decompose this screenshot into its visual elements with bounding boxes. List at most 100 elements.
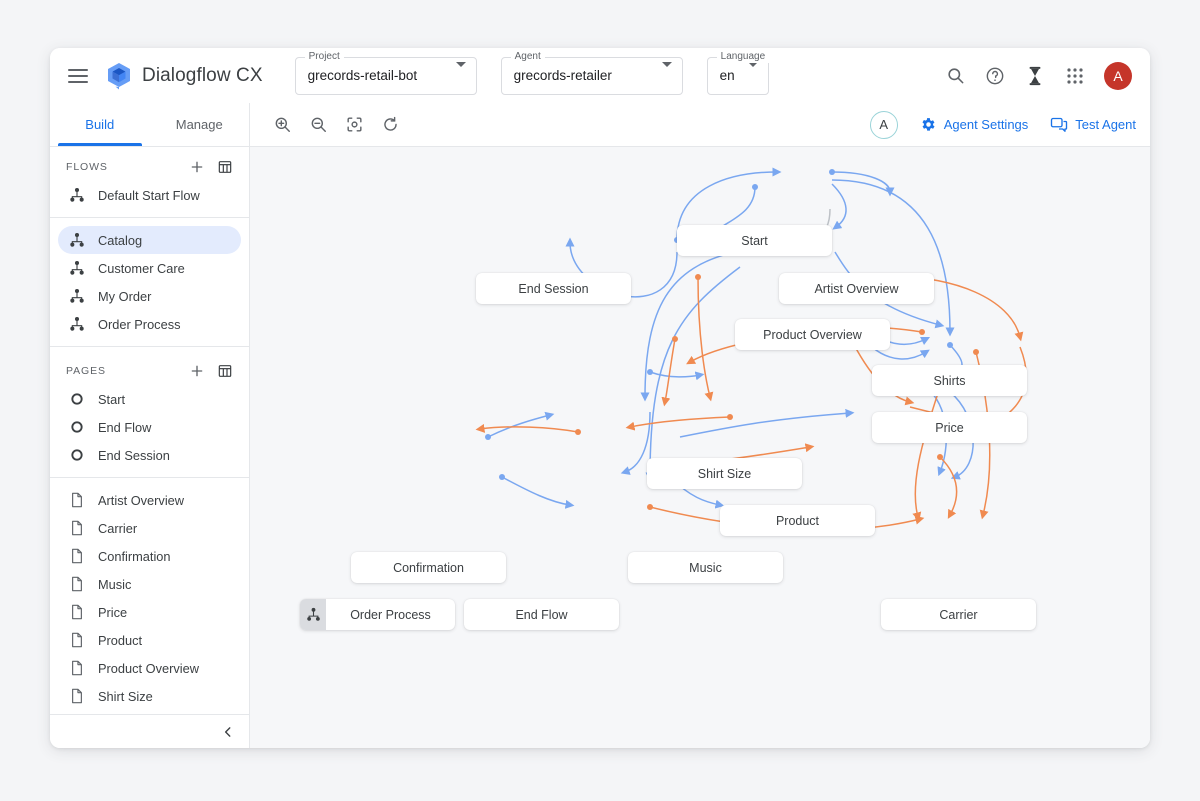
node-label: Price [935, 420, 964, 435]
gear-icon [922, 118, 935, 131]
graph-node-end-session[interactable]: End Session [476, 273, 631, 304]
node-label: Confirmation [393, 560, 464, 575]
sidebar-item-customer-care[interactable]: Customer Care [58, 254, 241, 282]
sidebar-item-my-order[interactable]: My Order [58, 282, 241, 310]
divider [50, 217, 249, 218]
flow-graph-canvas[interactable]: Start End Session Artist Overview Produc… [250, 147, 1150, 748]
agent-settings-label: Agent Settings [943, 117, 1029, 132]
flows-list-view-icon[interactable] [217, 159, 233, 175]
search-icon[interactable] [944, 65, 966, 87]
graph-node-end-flow[interactable]: End Flow [464, 599, 619, 630]
sidebar-page-end-session[interactable]: End Session [58, 441, 241, 469]
graph-node-music[interactable]: Music [628, 552, 783, 583]
graph-node-shirts[interactable]: Shirts [872, 365, 1027, 396]
agent-settings-button[interactable]: Agent Settings [920, 116, 1029, 133]
circle-icon [68, 447, 85, 464]
apps-grid-icon[interactable] [1064, 65, 1086, 87]
node-label: Order Process [350, 607, 431, 622]
language-value: en [719, 68, 735, 83]
node-label: Shirt Size [697, 466, 752, 481]
language-selector[interactable]: Language en [706, 50, 770, 95]
sidebar-item-label: Music [98, 576, 132, 592]
sidebar-collapse-button[interactable] [50, 714, 249, 748]
node-label: Shirts [933, 373, 966, 388]
graph-node-shirt-size[interactable]: Shirt Size [647, 458, 802, 489]
graph-node-confirmation[interactable]: Confirmation [351, 552, 506, 583]
page-icon [68, 632, 85, 649]
test-agent-label: Test Agent [1075, 117, 1136, 132]
chevron-down-icon [740, 61, 758, 85]
sidebar-page-end-flow[interactable]: End Flow [58, 413, 241, 441]
graph-node-order-process[interactable]: Order Process [300, 599, 455, 630]
chevron-left-icon [224, 726, 231, 737]
sidebar-item-label: Confirmation [98, 548, 171, 564]
graph-node-product-overview[interactable]: Product Overview [735, 319, 890, 350]
sidebar-item-label: My Order [98, 288, 152, 304]
graph-node-artist-overview[interactable]: Artist Overview [779, 273, 934, 304]
graph-node-price[interactable]: Price [872, 412, 1027, 443]
flow-icon [68, 288, 85, 305]
graph-node-start[interactable]: Start [677, 225, 832, 256]
project-label: Project [304, 50, 344, 63]
node-label: Start [741, 233, 768, 248]
circle-icon [68, 419, 85, 436]
tab-build[interactable]: Build [50, 103, 150, 146]
sidebar-item-label: End Session [98, 447, 170, 463]
sidebar-item-default-start-flow[interactable]: Default Start Flow [58, 181, 241, 209]
dialogflow-logo-icon [106, 62, 132, 90]
sidebar-item-order-process[interactable]: Order Process [58, 310, 241, 338]
sidebar-item-label: Default Start Flow [98, 187, 200, 203]
brand: Dialogflow CX [106, 62, 263, 90]
sidebar-item-catalog[interactable]: Catalog [58, 226, 241, 254]
help-icon[interactable] [984, 65, 1006, 87]
page-icon [68, 492, 85, 509]
sidebar-item-label: Product Overview [98, 660, 199, 676]
agent-selector[interactable]: Agent grecords-retailer [500, 50, 683, 95]
hamburger-icon[interactable] [68, 68, 88, 83]
page-icon [68, 576, 85, 593]
sidebar-page-confirmation[interactable]: Confirmation [58, 542, 241, 570]
graph-node-product[interactable]: Product [720, 505, 875, 536]
chevron-down-icon [440, 61, 466, 85]
add-page-button[interactable] [189, 363, 205, 379]
main-body: FLOWS Default Start Flow Catalog Custome… [50, 147, 1150, 748]
zoom-out-icon[interactable] [304, 111, 332, 139]
sidebar-page-shirt-size[interactable]: Shirt Size [58, 682, 241, 710]
sidebar-page-product-overview[interactable]: Product Overview [58, 654, 241, 682]
test-agent-button[interactable]: Test Agent [1050, 116, 1136, 133]
graph-node-carrier[interactable]: Carrier [881, 599, 1036, 630]
sidebar-page-music[interactable]: Music [58, 570, 241, 598]
sidebar-item-label: Shirt Size [98, 688, 153, 704]
zoom-in-icon[interactable] [268, 111, 296, 139]
node-label: Product [775, 513, 820, 528]
agent-value: grecords-retailer [513, 68, 612, 83]
page-icon [68, 548, 85, 565]
page-icon [68, 604, 85, 621]
user-avatar[interactable]: A [1104, 61, 1132, 90]
sidebar-page-product[interactable]: Product [58, 626, 241, 654]
tab-manage[interactable]: Manage [150, 103, 250, 146]
reset-icon[interactable] [376, 111, 404, 139]
sidebar-item-label: Product [98, 632, 143, 648]
sidebar-page-artist-overview[interactable]: Artist Overview [58, 486, 241, 514]
hourglass-icon[interactable] [1024, 65, 1046, 87]
page-icon [68, 520, 85, 537]
circle-icon [68, 391, 85, 408]
page-icon [68, 660, 85, 677]
agent-avatar[interactable]: A [869, 110, 898, 139]
chat-bubble-icon [1051, 117, 1068, 132]
divider [50, 346, 249, 347]
sidebar-page-carrier[interactable]: Carrier [58, 514, 241, 542]
node-label: End Flow [515, 607, 568, 622]
sidebar-page-start[interactable]: Start [58, 385, 241, 413]
sidebar-page-price[interactable]: Price [58, 598, 241, 626]
language-label: Language [716, 50, 770, 63]
fit-to-screen-icon[interactable] [340, 111, 368, 139]
sidebar-item-label: Start [98, 391, 126, 407]
add-flow-button[interactable] [189, 159, 205, 175]
sidebar-item-label: Artist Overview [98, 492, 185, 508]
pages-list-view-icon[interactable] [217, 363, 233, 379]
chevron-down-icon [646, 61, 672, 85]
flows-section-header: FLOWS [50, 151, 249, 181]
project-selector[interactable]: Project grecords-retail-bot [294, 50, 477, 95]
